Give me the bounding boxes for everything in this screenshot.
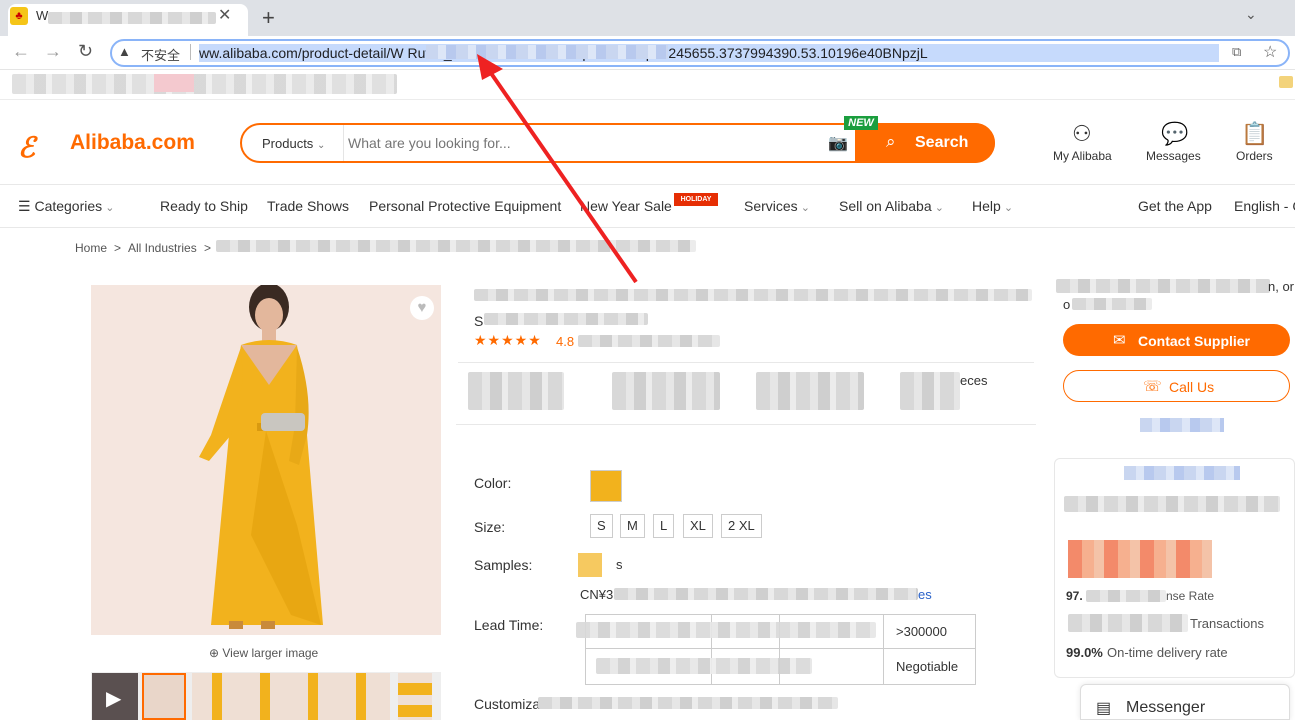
chat-icon: ▤: [1096, 700, 1112, 717]
arrow-head: [477, 54, 503, 80]
messenger-label: Messenger: [1126, 699, 1206, 716]
annotation-arrow: [477, 54, 638, 284]
arrow-shaft: [484, 64, 638, 284]
